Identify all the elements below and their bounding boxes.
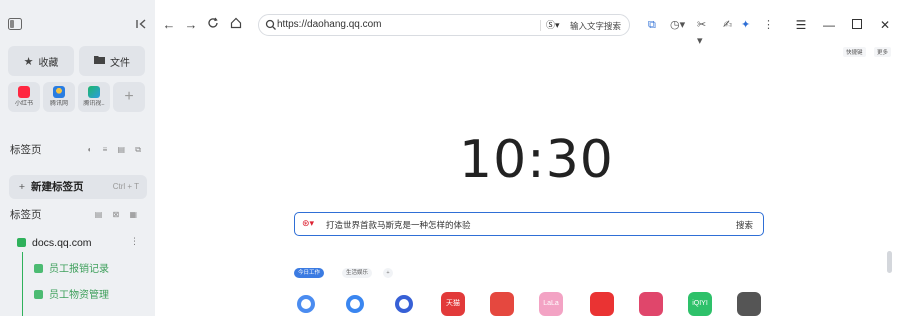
tab-group-name: docs.qq.com bbox=[32, 237, 92, 249]
flower-icon[interactable] bbox=[343, 292, 367, 316]
figma-icon[interactable] bbox=[737, 292, 761, 316]
reload-button[interactable] bbox=[204, 16, 222, 34]
search-engine-selector[interactable]: Ⓢ▾ bbox=[546, 18, 560, 31]
clock: 10:30 bbox=[459, 130, 614, 190]
docs-icon bbox=[17, 238, 26, 247]
sidebar-toggle-icon[interactable] bbox=[8, 18, 22, 32]
tab-group-docs[interactable]: docs.qq.com bbox=[17, 236, 92, 250]
site-icon-text: iQIYI bbox=[692, 300, 708, 307]
favorites-button[interactable]: ★ 收藏 bbox=[8, 46, 74, 76]
tree-line bbox=[22, 252, 23, 316]
app-label: 小红书 bbox=[14, 101, 33, 107]
minimize-button[interactable]: — bbox=[821, 16, 837, 34]
favorites-label: 收藏 bbox=[38, 57, 59, 69]
sidebar-top-bar bbox=[8, 16, 147, 34]
app-label: 腾讯视.. bbox=[83, 101, 105, 107]
site-icon-text: LaLa bbox=[543, 300, 559, 307]
home-button[interactable] bbox=[227, 16, 245, 34]
tabs-section-label: 标签页 bbox=[10, 144, 42, 156]
app-shortcut-tencent-news[interactable]: 腾讯网 bbox=[43, 82, 75, 112]
tabs-group-label: 标签页 bbox=[10, 209, 42, 221]
category-chip-work[interactable]: 今日工作 bbox=[294, 268, 325, 278]
more-icon[interactable]: ⋮ bbox=[130, 236, 139, 247]
pinduoduo-icon[interactable] bbox=[490, 292, 514, 316]
more-icon[interactable]: ⋮ bbox=[763, 17, 774, 33]
screenshot-icon[interactable]: ✂▾ bbox=[697, 17, 706, 49]
back-button[interactable]: ← bbox=[160, 16, 178, 34]
tencent-news-icon bbox=[53, 86, 65, 98]
menu-icon[interactable]: ☰ bbox=[793, 16, 809, 34]
pinterest-icon[interactable] bbox=[639, 292, 663, 316]
category-chip-life[interactable]: 生活娱乐 bbox=[342, 268, 373, 278]
youtube-icon[interactable] bbox=[590, 292, 614, 316]
forward-button[interactable]: → bbox=[182, 16, 200, 34]
sheet-icon bbox=[34, 290, 43, 299]
files-label: 文件 bbox=[110, 57, 130, 69]
add-category-button[interactable]: + bbox=[383, 268, 393, 278]
search-box[interactable]: ⊛▾ 打造世界首款马斯克是一种怎样的体验 搜索 bbox=[294, 212, 764, 236]
app-label: 腾讯网 bbox=[49, 101, 68, 107]
maximize-button[interactable] bbox=[849, 16, 865, 34]
plus-icon: + bbox=[18, 181, 26, 193]
files-button[interactable]: 文件 bbox=[79, 46, 145, 76]
icon-shape bbox=[346, 295, 364, 313]
iqiyi-icon[interactable]: iQIYI bbox=[688, 292, 712, 316]
search-button[interactable]: 搜索 bbox=[736, 219, 753, 231]
tab-item-doc[interactable]: 员工物资管理 bbox=[34, 289, 109, 303]
collapse-sidebar-icon[interactable] bbox=[134, 18, 148, 32]
add-app-button[interactable]: + bbox=[113, 82, 145, 112]
more-mini-button[interactable]: 更多 bbox=[874, 47, 892, 57]
tencent-video-icon bbox=[88, 86, 100, 98]
paw-icon[interactable] bbox=[392, 292, 416, 316]
tabs-group-header: 标签页 ▤ ⊠ ▦ bbox=[10, 205, 147, 225]
new-tab-label: 新建标签页 bbox=[31, 181, 84, 193]
shortcut-mini-button[interactable]: 快捷键 bbox=[843, 47, 866, 57]
tabs-section-header: 标签页 ◐ ≡ ▤ ⧉ bbox=[10, 140, 147, 160]
scrollbar[interactable] bbox=[887, 251, 892, 273]
search-input[interactable]: 打造世界首款马斯克是一种怎样的体验 bbox=[326, 219, 471, 231]
extension-icon[interactable]: ✦ bbox=[741, 17, 750, 33]
tab-item-label: 员工物资管理 bbox=[49, 290, 109, 301]
tabs-group-actions[interactable]: ▤ ⊠ ▦ bbox=[95, 205, 141, 225]
site-icon-text: 天猫 bbox=[446, 300, 460, 307]
url-text[interactable]: https://daohang.qq.com bbox=[277, 19, 382, 30]
new-tab-button[interactable]: + 新建标签页 Ctrl + T bbox=[9, 175, 147, 199]
lala-icon[interactable]: LaLa bbox=[539, 292, 563, 316]
tabs-section-actions[interactable]: ◐ ≡ ▤ ⧉ bbox=[88, 140, 145, 160]
star-icon: ★ bbox=[23, 55, 34, 68]
divider bbox=[540, 20, 541, 31]
close-button[interactable]: ✕ bbox=[877, 16, 893, 34]
address-bar[interactable]: https://daohang.qq.com Ⓢ▾ 输入文字搜索 bbox=[258, 14, 630, 36]
search-engine-icon[interactable]: ⊛▾ bbox=[302, 218, 314, 229]
xiaohongshu-icon bbox=[18, 86, 30, 98]
pen-icon[interactable]: ✍ bbox=[723, 17, 732, 33]
app-shortcut-tencent-video[interactable]: 腾讯视.. bbox=[78, 82, 110, 112]
sheet-icon bbox=[34, 264, 43, 273]
browser-window: ★ 收藏 文件 小红书 腾讯网 腾讯视.. + 标签页 ◐ ≡ ▤ ⧉ + 新建标… bbox=[0, 0, 907, 316]
translate-icon[interactable]: ⧉ bbox=[648, 17, 656, 33]
app-shortcut-xiaohongshu[interactable]: 小红书 bbox=[8, 82, 40, 112]
icon-shape bbox=[395, 295, 413, 313]
tmall-icon[interactable]: 天猫 bbox=[441, 292, 465, 316]
history-icon[interactable]: ◷▾ bbox=[670, 17, 685, 33]
folder-icon bbox=[94, 55, 105, 67]
new-tab-shortcut: Ctrl + T bbox=[112, 182, 139, 191]
sidebar: ★ 收藏 文件 小红书 腾讯网 腾讯视.. + 标签页 ◐ ≡ ▤ ⧉ + 新建标… bbox=[0, 0, 155, 316]
tab-item-doc[interactable]: 员工报销记录 bbox=[34, 263, 109, 277]
search-placeholder[interactable]: 输入文字搜索 bbox=[570, 20, 621, 32]
icon-shape bbox=[297, 295, 315, 313]
q-search-icon[interactable] bbox=[294, 292, 318, 316]
tab-item-label: 员工报销记录 bbox=[49, 264, 109, 275]
